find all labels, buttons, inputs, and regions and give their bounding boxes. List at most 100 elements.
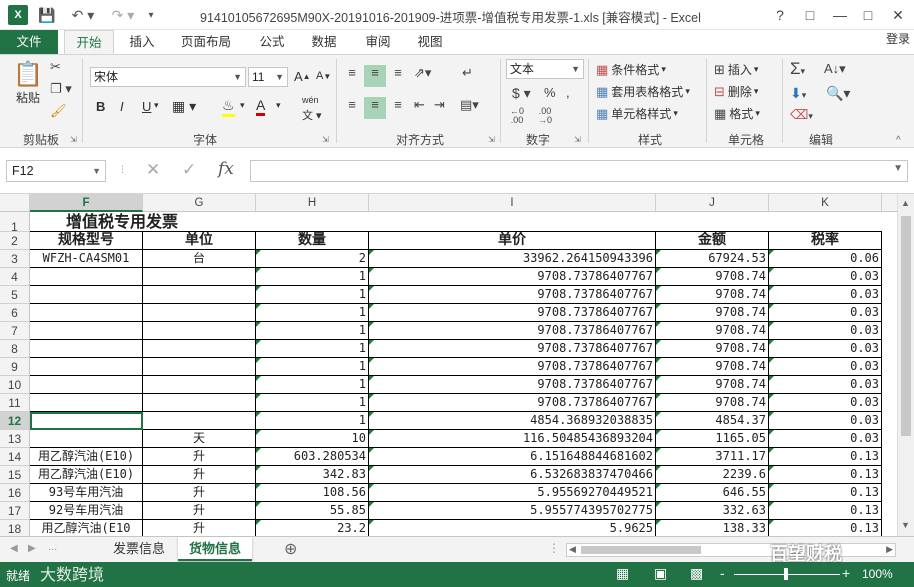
table-cell[interactable]: 92号车用汽油	[30, 502, 143, 520]
fill-color-icon[interactable]: ♨	[222, 97, 235, 117]
table-cell[interactable]: 1	[256, 268, 369, 286]
normal-view-icon[interactable]: ▦	[616, 565, 629, 582]
table-cell[interactable]: 9708.73786407767	[369, 286, 656, 304]
customize-qat-icon[interactable]: ▾	[144, 5, 158, 25]
column-title[interactable]: 规格型号	[30, 232, 143, 250]
table-cell[interactable]: 0.03	[769, 358, 882, 376]
table-cell[interactable]: 2239.6	[656, 466, 769, 484]
table-cell[interactable]: 9708.73786407767	[369, 322, 656, 340]
row-header[interactable]: 6	[0, 304, 30, 322]
row-header[interactable]: 1	[0, 212, 30, 234]
table-cell[interactable]: 1	[256, 394, 369, 412]
row-header[interactable]: 14	[0, 448, 30, 466]
table-cell[interactable]: 0.13	[769, 448, 882, 466]
format-painter-icon[interactable]: 🖌	[50, 103, 67, 119]
table-cell[interactable]	[30, 430, 143, 448]
fill-icon[interactable]: ⬇▾	[790, 85, 806, 102]
underline-button[interactable]: U	[142, 99, 151, 114]
table-cell[interactable]: 0.03	[769, 322, 882, 340]
column-header-i[interactable]: I	[369, 194, 656, 212]
font-color-icon[interactable]: A	[256, 97, 266, 116]
selected-cell[interactable]	[30, 412, 143, 430]
table-cell[interactable]	[30, 304, 143, 322]
table-cell[interactable]: 0.13	[769, 466, 882, 484]
borders-icon[interactable]: ▦ ▾	[172, 98, 196, 115]
table-cell[interactable]: 9708.74	[656, 322, 769, 340]
table-cell[interactable]: 0.03	[769, 394, 882, 412]
format-cells-button[interactable]: ▦ 格式 ▾	[714, 105, 760, 122]
row-header[interactable]: 5	[0, 286, 30, 304]
chevron-down-icon[interactable]: ▾	[240, 100, 245, 111]
row-header[interactable]: 9	[0, 358, 30, 376]
percent-icon[interactable]: %	[544, 85, 556, 100]
close-button[interactable]: ✕	[884, 4, 912, 26]
table-cell[interactable]: 10	[256, 430, 369, 448]
table-cell[interactable]: 1	[256, 322, 369, 340]
row-header[interactable]: 7	[0, 322, 30, 340]
row-header[interactable]: 4	[0, 268, 30, 286]
table-cell[interactable]: 升	[143, 484, 256, 502]
page-layout-view-icon[interactable]: ▣	[654, 565, 667, 582]
maximize-button[interactable]: □	[854, 4, 882, 26]
table-cell[interactable]: 33962.264150943396	[369, 250, 656, 268]
name-box[interactable]: F12 ▼	[6, 160, 106, 182]
table-cell[interactable]: 5.955774395702775	[369, 502, 656, 520]
autosum-icon[interactable]: Σ▾	[790, 59, 805, 79]
column-header-f[interactable]: F	[30, 194, 143, 212]
table-cell[interactable]: 用乙醇汽油(E10)	[30, 466, 143, 484]
cell-styles-button[interactable]: ▦ 单元格样式 ▾	[596, 105, 678, 122]
zoom-slider-thumb[interactable]	[784, 568, 788, 580]
alignment-launcher-icon[interactable]: ⇲	[488, 135, 495, 144]
row-header[interactable]: 10	[0, 376, 30, 394]
vertical-scrollbar[interactable]: ▲ ▼	[897, 194, 914, 536]
sheet-tab-goods-info[interactable]: 货物信息	[178, 537, 252, 561]
table-cell[interactable]: 342.83	[256, 466, 369, 484]
align-left-icon[interactable]: ≡	[342, 97, 362, 119]
row-header[interactable]: 15	[0, 466, 30, 484]
tab-insert[interactable]: 插入	[120, 30, 164, 54]
zoom-out-icon[interactable]: -	[720, 565, 725, 581]
table-cell[interactable]: 0.03	[769, 340, 882, 358]
delete-cells-button[interactable]: ⊟ 删除 ▾	[714, 83, 758, 100]
table-cell[interactable]: 1	[256, 358, 369, 376]
table-cell[interactable]: 646.55	[656, 484, 769, 502]
table-cell[interactable]	[143, 412, 256, 430]
table-cell[interactable]: 0.13	[769, 502, 882, 520]
clear-icon[interactable]: ⌫▾	[790, 107, 813, 123]
table-cell[interactable]	[143, 268, 256, 286]
table-cell[interactable]	[143, 394, 256, 412]
column-title[interactable]: 数量	[256, 232, 369, 250]
phonetic-button[interactable]: wén	[302, 95, 319, 105]
table-cell[interactable]: 升	[143, 502, 256, 520]
insert-cells-button[interactable]: ⊞ 插入 ▾	[714, 61, 758, 78]
wrap-text-icon[interactable]: ↵	[462, 65, 473, 81]
table-cell[interactable]: 9708.74	[656, 304, 769, 322]
font-name-combo[interactable]: 宋体 ▼	[90, 67, 246, 87]
table-cell[interactable]: 138.33	[656, 520, 769, 536]
sheet-tab-invoice-info[interactable]: 发票信息	[102, 537, 176, 561]
table-cell[interactable]: 55.85	[256, 502, 369, 520]
prev-sheet-icon[interactable]: ◀	[10, 543, 18, 554]
decrease-indent-icon[interactable]: ⇤	[414, 97, 425, 113]
table-cell[interactable]: 332.63	[656, 502, 769, 520]
tab-file[interactable]: 文件	[0, 30, 58, 54]
table-cell[interactable]: 6.532683837470466	[369, 466, 656, 484]
align-bottom-icon[interactable]: ≡	[388, 65, 408, 87]
new-sheet-icon[interactable]: ⊕	[284, 539, 297, 559]
table-cell[interactable]: 0.03	[769, 376, 882, 394]
scroll-up-icon[interactable]: ▲	[901, 198, 910, 208]
minimize-button[interactable]: —	[826, 4, 854, 26]
table-cell[interactable]	[143, 376, 256, 394]
currency-icon[interactable]: $ ▾	[512, 85, 531, 102]
table-cell[interactable]: 4854.368932038835	[369, 412, 656, 430]
row-header[interactable]: 17	[0, 502, 30, 520]
table-cell[interactable]: 升	[143, 466, 256, 484]
table-cell[interactable]: 93号车用汽油	[30, 484, 143, 502]
scroll-thumb[interactable]	[901, 216, 911, 436]
table-cell[interactable]: 9708.74	[656, 376, 769, 394]
column-header-j[interactable]: J	[656, 194, 769, 212]
table-cell[interactable]: 67924.53	[656, 250, 769, 268]
table-cell[interactable]: 108.56	[256, 484, 369, 502]
table-cell[interactable]: 9708.73786407767	[369, 394, 656, 412]
horizontal-scrollbar[interactable]: ◀ ▶	[566, 543, 896, 557]
